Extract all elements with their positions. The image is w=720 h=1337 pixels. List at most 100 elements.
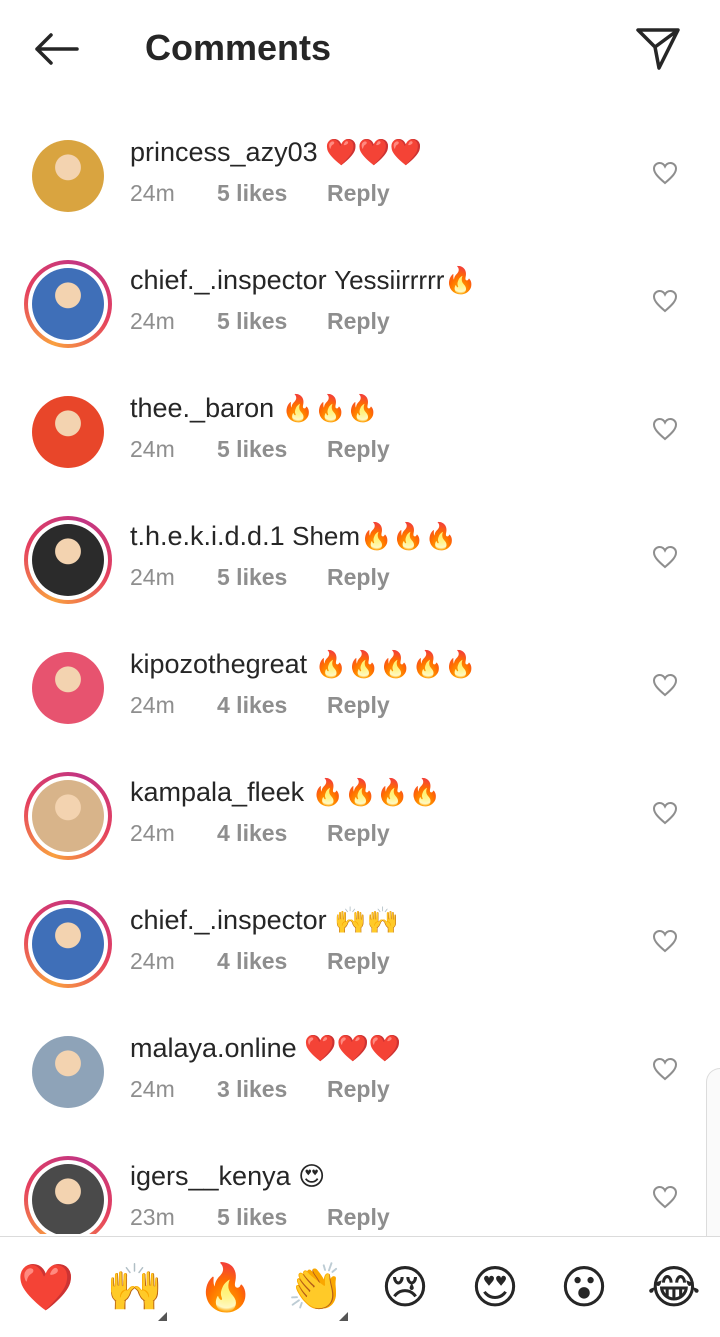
comment-row: princess_azy03 ❤️❤️❤️ 24m 5 likes Reply — [0, 110, 720, 238]
avatar-image — [32, 652, 104, 724]
likes-count[interactable]: 5 likes — [217, 308, 327, 335]
emoji-button[interactable]: 😢 — [375, 1257, 435, 1317]
username[interactable]: chief._.inspector — [130, 905, 327, 935]
reply-button[interactable]: Reply — [327, 948, 390, 975]
comment-meta: 24m 5 likes Reply — [130, 436, 640, 463]
comment-body: chief._.inspector 🙌🙌 24m 4 likes Reply — [130, 902, 640, 975]
back-button[interactable] — [28, 26, 84, 72]
timestamp: 24m — [130, 564, 175, 590]
reply-button[interactable]: Reply — [327, 1076, 390, 1103]
reply-button[interactable]: Reply — [327, 820, 390, 847]
avatar-frame — [28, 1160, 108, 1234]
like-button[interactable] — [650, 158, 680, 188]
timestamp: 24m — [130, 436, 175, 462]
share-button[interactable] — [632, 24, 684, 74]
reply-button[interactable]: Reply — [327, 692, 390, 719]
heart-outline-icon — [652, 417, 678, 441]
avatar[interactable] — [24, 772, 112, 860]
avatar[interactable] — [24, 388, 112, 476]
comment-text: Yessiirrrrr🔥 — [334, 265, 477, 295]
avatar-image — [32, 780, 104, 852]
avatar-frame — [28, 264, 108, 344]
avatar-image — [32, 268, 104, 340]
arrow-left-icon — [35, 33, 79, 65]
avatar[interactable] — [24, 900, 112, 988]
comment-body: malaya.online ❤️❤️❤️ 24m 3 likes Reply — [130, 1030, 640, 1103]
emoji-button[interactable]: 👏 — [286, 1257, 348, 1321]
emoji-button[interactable]: 🔥 — [196, 1257, 256, 1317]
username[interactable]: igers__kenya — [130, 1161, 291, 1191]
emoji-button[interactable]: 😍 — [465, 1257, 525, 1317]
likes-count[interactable]: 4 likes — [217, 948, 327, 975]
reply-button[interactable]: Reply — [327, 564, 390, 591]
like-button[interactable] — [650, 798, 680, 828]
likes-count[interactable]: 3 likes — [217, 1076, 327, 1103]
emoji-glyph: 😮 — [560, 1260, 608, 1314]
heart-outline-icon — [652, 801, 678, 825]
heart-outline-icon — [652, 1185, 678, 1209]
comment-line: t.h.e.k.i.d.d.1 Shem🔥🔥🔥 — [130, 518, 640, 554]
likes-count[interactable]: 4 likes — [217, 820, 327, 847]
heart-outline-icon — [652, 545, 678, 569]
comment-text: 😍 — [298, 1161, 326, 1191]
like-button[interactable] — [650, 926, 680, 956]
likes-count[interactable]: 5 likes — [217, 564, 327, 591]
emoji-glyph: 🔥 — [197, 1260, 255, 1314]
reply-button[interactable]: Reply — [327, 1204, 390, 1231]
avatar-image — [32, 908, 104, 980]
timestamp: 24m — [130, 308, 175, 334]
emoji-quick-bar: ❤️ 🙌 🔥 👏 😢 😍 😮 😂 — [0, 1236, 720, 1337]
username[interactable]: chief._.inspector — [130, 265, 327, 295]
comment-text: 🔥🔥🔥🔥 — [311, 777, 442, 807]
comment-meta: 23m 5 likes Reply — [130, 1204, 640, 1231]
comment-body: kipozothegreat 🔥🔥🔥🔥🔥 24m 4 likes Reply — [130, 646, 640, 719]
heart-outline-icon — [652, 673, 678, 697]
likes-count[interactable]: 5 likes — [217, 1204, 327, 1231]
username[interactable]: thee._baron — [130, 393, 274, 423]
reply-button[interactable]: Reply — [327, 436, 390, 463]
like-button[interactable] — [650, 542, 680, 572]
comment-line: chief._.inspector 🙌🙌 — [130, 902, 640, 938]
emoji-button[interactable]: 🙌 — [105, 1257, 167, 1321]
comment-line: thee._baron 🔥🔥🔥 — [130, 390, 640, 426]
avatar[interactable] — [24, 1156, 112, 1234]
like-button[interactable] — [650, 1182, 680, 1212]
comment-line: kampala_fleek 🔥🔥🔥🔥 — [130, 774, 640, 810]
username[interactable]: princess_azy03 — [130, 137, 318, 167]
avatar-image — [32, 140, 104, 212]
reply-button[interactable]: Reply — [327, 180, 390, 207]
likes-count[interactable]: 5 likes — [217, 436, 327, 463]
comment-line: princess_azy03 ❤️❤️❤️ — [130, 134, 640, 170]
likes-count[interactable]: 4 likes — [217, 692, 327, 719]
like-button[interactable] — [650, 286, 680, 316]
comment-text: 🔥🔥🔥🔥🔥 — [314, 649, 477, 679]
like-button[interactable] — [650, 414, 680, 444]
username[interactable]: kipozothegreat — [130, 649, 307, 679]
avatar[interactable] — [24, 132, 112, 220]
avatar[interactable] — [24, 516, 112, 604]
reply-button[interactable]: Reply — [327, 308, 390, 335]
comment-row: chief._.inspector Yessiirrrrr🔥 24m 5 likes… — [0, 238, 720, 366]
like-button[interactable] — [650, 1054, 680, 1084]
username[interactable]: kampala_fleek — [130, 777, 304, 807]
avatar[interactable] — [24, 1028, 112, 1116]
emoji-button[interactable]: 😂 — [644, 1257, 704, 1317]
username[interactable]: malaya.online — [130, 1033, 297, 1063]
timestamp: 24m — [130, 1076, 175, 1102]
emoji-glyph: 👏 — [287, 1260, 345, 1314]
avatar-frame — [28, 776, 108, 856]
likes-count[interactable]: 5 likes — [217, 180, 327, 207]
avatar[interactable] — [24, 260, 112, 348]
emoji-button[interactable]: ❤️ — [16, 1257, 76, 1317]
avatar[interactable] — [24, 644, 112, 732]
comment-line: igers__kenya 😍 — [130, 1158, 640, 1194]
heart-outline-icon — [652, 1057, 678, 1081]
emoji-button[interactable]: 😮 — [554, 1257, 614, 1317]
comment-meta: 24m 4 likes Reply — [130, 948, 640, 975]
timestamp: 24m — [130, 692, 175, 718]
username[interactable]: t.h.e.k.i.d.d.1 — [130, 521, 285, 551]
like-button[interactable] — [650, 670, 680, 700]
comment-body: thee._baron 🔥🔥🔥 24m 5 likes Reply — [130, 390, 640, 463]
avatar-frame — [28, 136, 108, 216]
comment-meta: 24m 4 likes Reply — [130, 692, 640, 719]
